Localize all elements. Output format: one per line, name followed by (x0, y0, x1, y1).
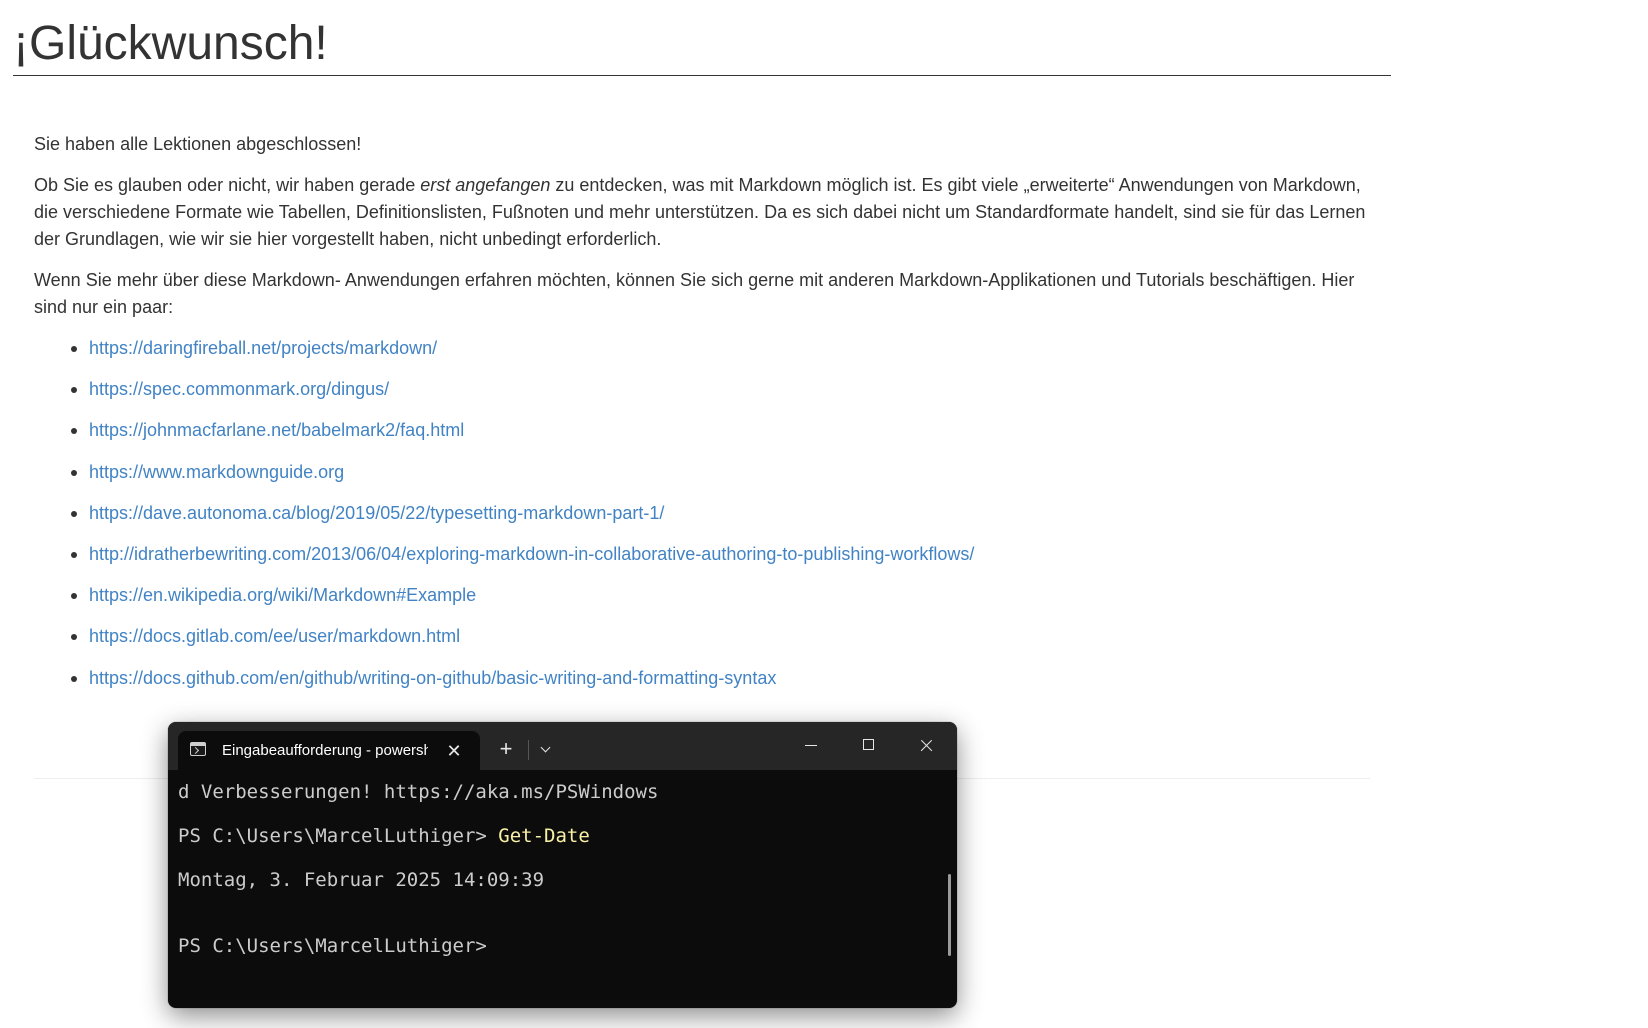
terminal-prompt[interactable]: PS C:\Users\MarcelLuthiger> (178, 934, 487, 958)
paragraph-text: Ob Sie es glauben oder nicht, wir haben … (34, 175, 421, 195)
list-item: https://docs.github.com/en/github/writin… (71, 665, 1374, 692)
terminal-line: d Verbesserungen! https://aka.ms/PSWindo… (178, 781, 659, 803)
divider (528, 740, 529, 760)
list-item: https://daringfireball.net/projects/mark… (71, 335, 1374, 362)
tab-title: Eingabeaufforderung - powershell (222, 742, 428, 759)
minimize-button[interactable] (788, 730, 834, 760)
terminal-output[interactable]: d Verbesserungen! https://aka.ms/PSWindo… (178, 770, 943, 1008)
list-item: https://en.wikipedia.org/wiki/Markdown#E… (71, 582, 1374, 609)
resource-link[interactable]: https://en.wikipedia.org/wiki/Markdown#E… (89, 585, 476, 605)
resource-link[interactable]: https://dave.autonoma.ca/blog/2019/05/22… (89, 503, 664, 523)
list-item: https://spec.commonmark.org/dingus/ (71, 376, 1374, 403)
resource-link[interactable]: https://www.markdownguide.org (89, 462, 344, 482)
terminal-line: PS C:\Users\MarcelLuthiger> Get-Date (178, 824, 590, 848)
terminal-icon (190, 742, 206, 756)
resource-link[interactable]: https://johnmacfarlane.net/babelmark2/fa… (89, 420, 464, 440)
terminal-titlebar[interactable]: Eingabeaufforderung - powershell ✕ + (168, 722, 957, 770)
close-tab-icon[interactable]: ✕ (444, 741, 464, 761)
document-body: Sie haben alle Lektionen abgeschlossen! … (34, 131, 1374, 706)
page-title: ¡Glückwunsch! (13, 14, 1391, 76)
paragraph-resources: Wenn Sie mehr über diese Markdown- Anwen… (34, 270, 1355, 317)
list-item: https://docs.gitlab.com/ee/user/markdown… (71, 623, 1374, 650)
paragraph-extended-syntax: Ob Sie es glauben oder nicht, wir haben … (34, 172, 1374, 253)
terminal-command: Get-Date (498, 825, 590, 847)
resource-link[interactable]: http://idratherbewriting.com/2013/06/04/… (89, 544, 974, 564)
terminal-window[interactable]: Eingabeaufforderung - powershell ✕ + d V… (168, 722, 957, 1008)
terminal-tab[interactable]: Eingabeaufforderung - powershell ✕ (178, 731, 480, 770)
resource-link-list: https://daringfireball.net/projects/mark… (34, 335, 1374, 692)
new-tab-icon[interactable]: + (495, 738, 517, 760)
intro-paragraph: Sie haben alle Lektionen abgeschlossen! (34, 134, 362, 154)
list-item: http://idratherbewriting.com/2013/06/04/… (71, 541, 1374, 568)
terminal-scrollbar[interactable] (948, 874, 951, 956)
list-item: https://dave.autonoma.ca/blog/2019/05/22… (71, 500, 1374, 527)
resource-link[interactable]: https://docs.gitlab.com/ee/user/markdown… (89, 626, 460, 646)
terminal-line: Montag, 3. Februar 2025 14:09:39 (178, 869, 545, 891)
resource-link[interactable]: https://spec.commonmark.org/dingus/ (89, 379, 389, 399)
list-item: https://www.markdownguide.org (71, 459, 1374, 486)
terminal-prompt: PS C:\Users\MarcelLuthiger> (178, 825, 499, 847)
chevron-down-icon[interactable] (536, 740, 556, 760)
list-item: https://johnmacfarlane.net/babelmark2/fa… (71, 417, 1374, 444)
resource-link[interactable]: https://docs.github.com/en/github/writin… (89, 668, 776, 688)
close-window-button[interactable] (903, 730, 949, 760)
resource-link[interactable]: https://daringfireball.net/projects/mark… (89, 338, 437, 358)
emphasis-text: erst angefangen (420, 175, 551, 195)
maximize-button[interactable] (846, 730, 892, 760)
